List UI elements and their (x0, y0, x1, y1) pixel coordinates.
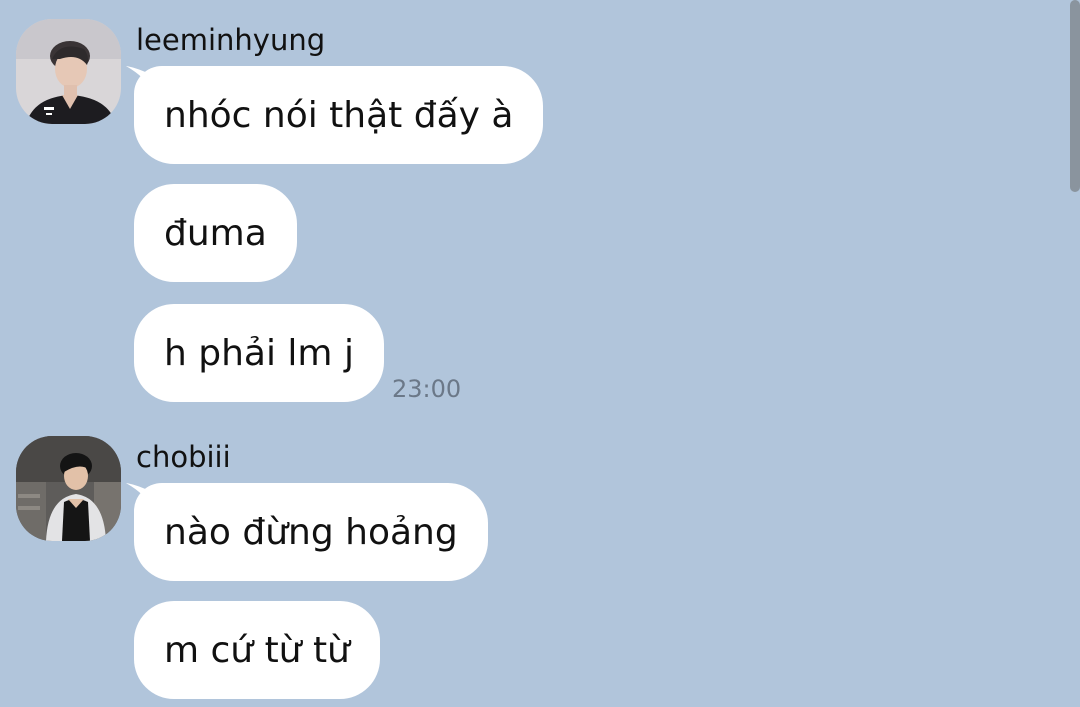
message-bubble[interactable]: m cứ từ từ (134, 601, 380, 699)
message-text: nhóc nói thật đấy à (164, 94, 514, 136)
message-text: m cứ từ từ (164, 629, 350, 671)
sender-name: chobiii (136, 440, 231, 474)
message-text: nào đừng hoảng (164, 511, 458, 553)
sender-name: leeminhyung (136, 23, 326, 57)
chat-view: leeminhyung nhóc nói thật đấy à đuma h p… (0, 0, 1080, 707)
message-bubble[interactable]: đuma (134, 184, 297, 282)
message-text: đuma (164, 212, 267, 254)
message-bubble[interactable]: h phải lm j (134, 304, 384, 402)
message-bubble[interactable]: nhóc nói thật đấy à (134, 66, 544, 164)
avatar-leeminhyung[interactable] (16, 19, 121, 124)
avatar-chobiii[interactable] (16, 436, 121, 541)
message-bubble[interactable]: nào đừng hoảng (134, 483, 488, 581)
scrollbar[interactable] (1070, 0, 1080, 192)
message-text: h phải lm j (164, 332, 354, 374)
message-timestamp: 23:00 (392, 375, 462, 403)
user-avatar-icon (16, 436, 121, 541)
user-avatar-icon (16, 19, 121, 124)
